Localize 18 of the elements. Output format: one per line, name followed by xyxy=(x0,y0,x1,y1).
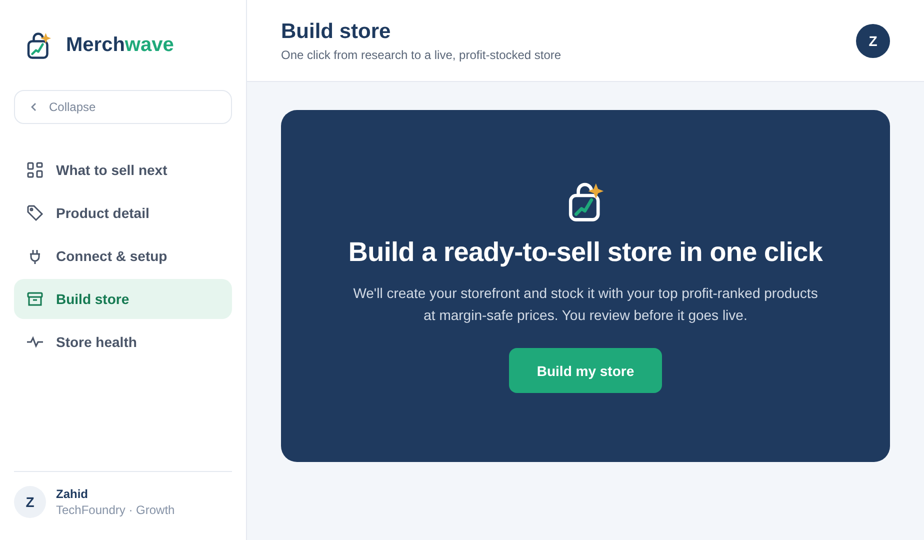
collapse-button[interactable]: Collapse xyxy=(14,90,232,124)
page-title: Build store xyxy=(281,20,392,44)
nav-item[interactable]: Product detail xyxy=(14,193,232,233)
user-subtitle: TechFoundry · Growth xyxy=(56,503,175,517)
nav-item[interactable]: Connect & setup xyxy=(14,236,232,276)
brand-name: Merchwave xyxy=(66,34,174,56)
user-name: Zahid xyxy=(56,487,89,501)
page-subtitle: One click from research to a live, profit-stocked store xyxy=(281,48,562,62)
hero-description: We'll create your storefront and stock it with your top profit-ranked products at margin-safe prices. You review before it goes live. xyxy=(352,284,819,325)
grid-icon xyxy=(26,161,44,179)
chevron-left-icon xyxy=(29,102,39,112)
nav-item[interactable]: What to sell next xyxy=(14,150,232,190)
user-avatar: Z xyxy=(14,486,46,518)
user-avatar[interactable]: Z xyxy=(856,24,890,58)
nav-item[interactable]: Build store xyxy=(14,279,232,319)
hero-title: Build a ready-to-sell store in one click xyxy=(348,237,823,268)
nav-item[interactable]: Store health xyxy=(14,322,232,362)
tag-icon xyxy=(26,204,44,222)
